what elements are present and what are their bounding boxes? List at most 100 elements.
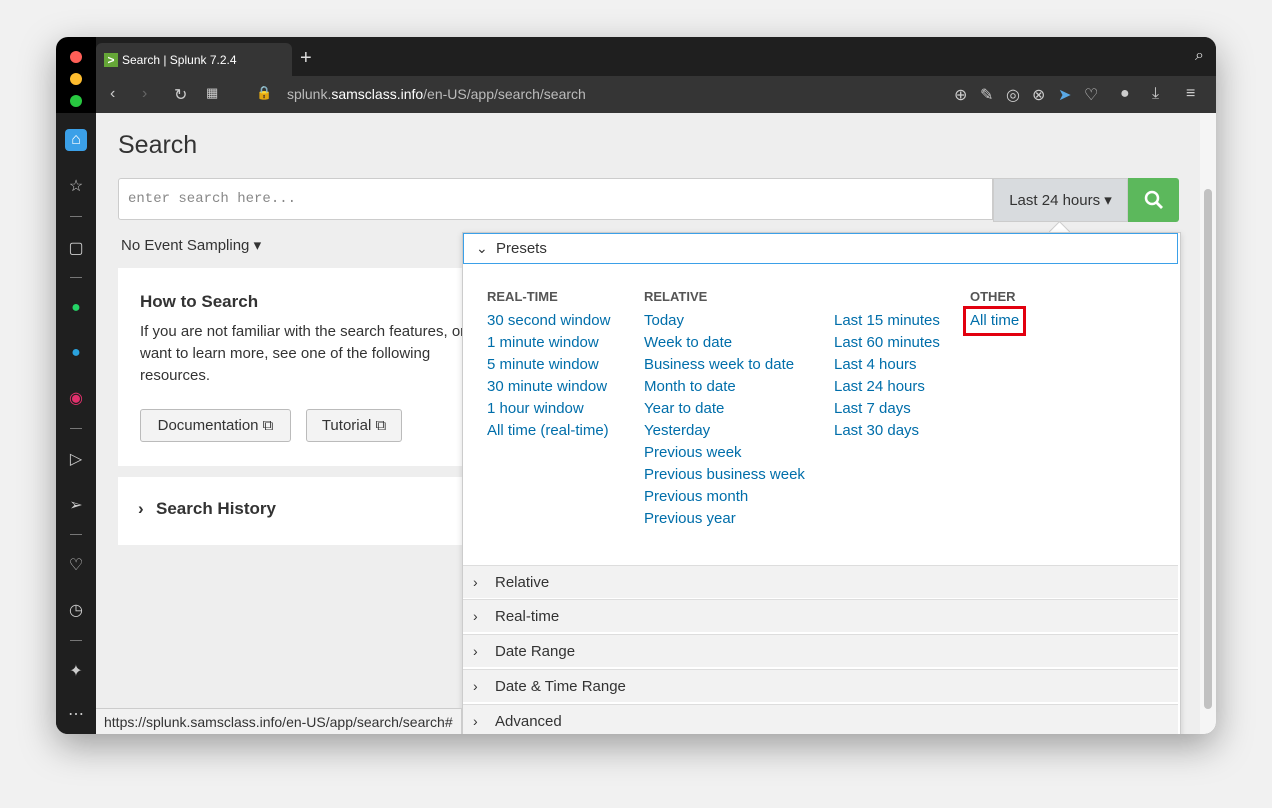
settings-icon[interactable]: ≡ [1186,85,1195,103]
minimize-window-button[interactable] [70,73,82,85]
sidebar: ⌂ ☆ ▢ ● ● ◉ ▷ ➢ ♡ ◷ ✦ ⋯ [56,113,96,734]
preset-link[interactable]: Previous year [644,508,805,530]
preset-link[interactable]: Month to date [644,376,805,398]
url-field[interactable]: splunk.samsclass.info/en-US/app/search/s… [287,86,586,102]
preset-link[interactable]: 1 minute window [487,332,610,354]
instagram-icon[interactable]: ◉ [65,387,87,409]
edit-icon[interactable]: ✎ [980,85,993,105]
new-tab-button[interactable]: + [300,47,312,70]
preset-link[interactable]: Last 7 days [834,398,940,420]
zoom-window-button[interactable] [70,95,82,107]
block-icon[interactable]: ⊗ [1032,85,1045,105]
url-path: /en-US/app/search/search [423,86,586,102]
address-bar: ‹ › ↻ ▦ 🔒 splunk.samsclass.info/en-US/ap… [96,76,1216,113]
page-content: Search enter search here... Last 24 hour… [96,113,1216,734]
status-bar-url: https://splunk.samsclass.info/en-US/app/… [96,708,462,734]
heart-icon[interactable]: ♡ [65,554,87,576]
preset-link[interactable]: 5 minute window [487,354,610,376]
star-icon[interactable]: ☆ [65,175,87,197]
player-icon[interactable]: ▷ [65,448,87,470]
advanced-section-header[interactable]: › Advanced [463,704,1178,734]
preset-link[interactable]: Business week to date [644,354,805,376]
vertical-scrollbar[interactable] [1200,113,1216,734]
camera-icon[interactable]: ◎ [1006,85,1020,105]
scrollbar-thumb[interactable] [1204,189,1212,709]
search-history-panel[interactable]: › Search History [118,477,463,545]
preset-link[interactable]: Last 30 days [834,420,940,442]
time-picker-button[interactable]: Last 24 hours ▾ [993,178,1128,222]
date-range-section-header[interactable]: › Date Range [463,634,1178,667]
tutorial-button[interactable]: Tutorial ⧉ [306,409,402,442]
how-to-search-panel: How to Search If you are not familiar wi… [118,268,465,466]
other-column-header: OTHER [970,289,1016,304]
preset-link[interactable]: Week to date [644,332,805,354]
bag-icon[interactable]: ▢ [65,237,87,259]
preset-link[interactable]: Today [644,310,805,332]
sidebar-divider [70,277,82,278]
profile-icon[interactable]: ● [1120,85,1130,103]
realtime-section-header[interactable]: › Real-time [463,599,1178,632]
browser-window: > Search | Splunk 7.2.4 + ⌕ ‹ › ↻ ▦ 🔒 sp… [56,37,1216,734]
close-window-button[interactable] [70,51,82,63]
search-button[interactable] [1128,178,1179,222]
section-label: Real-time [495,607,560,625]
back-icon[interactable]: ‹ [110,85,115,103]
send-icon[interactable]: ➤ [1058,85,1071,105]
preset-link[interactable]: 30 second window [487,310,610,332]
search-tabs-icon[interactable]: ⌕ [1195,47,1204,65]
search-icon [1144,190,1163,209]
preset-link[interactable]: All time (real-time) [487,420,610,442]
tab-strip: > Search | Splunk 7.2.4 + ⌕ [96,37,1216,76]
preset-link[interactable]: Previous week [644,442,805,464]
preset-link[interactable]: Last 24 hours [834,376,940,398]
url-domain: samsclass.info [331,86,424,102]
preset-link[interactable]: Last 15 minutes [834,310,940,332]
send-icon[interactable]: ➢ [65,494,87,516]
preset-link[interactable]: 1 hour window [487,398,610,420]
other-presets-list: All time [962,306,1027,336]
forward-icon[interactable]: › [142,85,147,103]
search-placeholder: enter search here... [128,191,297,207]
page-title: Search [118,131,198,159]
section-label: Relative [495,573,550,591]
reload-icon[interactable]: ↻ [174,85,187,105]
preset-link[interactable]: Year to date [644,398,805,420]
search-history-label: Search History [156,499,276,518]
event-sampling-dropdown[interactable]: No Event Sampling ▾ [121,236,261,254]
relative-section-header[interactable]: › Relative [463,565,1178,598]
relative-presets-list: Today Week to date Business week to date… [644,310,805,530]
home-icon[interactable]: ⌂ [65,129,87,151]
splunk-favicon-icon: > [104,52,118,67]
date-time-range-section-header[interactable]: › Date & Time Range [463,669,1178,702]
zoom-icon[interactable]: ⊕ [954,85,967,105]
how-to-text: If you are not familiar with the search … [140,323,466,384]
sidebar-divider [70,216,82,217]
sidebar-divider [70,428,82,429]
tab-splunk-search[interactable]: > Search | Splunk 7.2.4 [96,43,292,76]
whatsapp-icon[interactable]: ● [65,297,87,319]
preset-link[interactable]: Last 4 hours [834,354,940,376]
chevron-right-icon: › [138,499,144,518]
more-icon[interactable]: ⋯ [65,703,87,725]
preset-link[interactable]: 30 minute window [487,376,610,398]
chevron-right-icon: › [473,713,478,729]
presets-section-header[interactable]: ⌄ Presets [463,233,1178,264]
section-label: Advanced [495,712,562,730]
preset-link[interactable]: Previous month [644,486,805,508]
preset-link[interactable]: Yesterday [644,420,805,442]
search-input[interactable]: enter search here... [118,178,993,220]
chevron-right-icon: › [473,608,478,624]
heart-icon[interactable]: ♡ [1084,85,1098,105]
download-icon[interactable]: ⤓ [1152,85,1159,103]
relative-last-presets-list: Last 15 minutes Last 60 minutes Last 4 h… [834,310,940,442]
all-time-preset-link[interactable]: All time [962,306,1027,336]
history-icon[interactable]: ◷ [65,599,87,621]
lightbulb-icon[interactable]: ✦ [65,660,87,682]
preset-link[interactable]: Previous business week [644,464,805,486]
preset-link[interactable]: Last 60 minutes [834,332,940,354]
documentation-button[interactable]: Documentation ⧉ [140,409,291,442]
tabs-grid-icon[interactable]: ▦ [206,85,218,101]
sidebar-divider [70,640,82,641]
section-label: Date & Time Range [495,677,626,695]
telegram-icon[interactable]: ● [65,342,87,364]
